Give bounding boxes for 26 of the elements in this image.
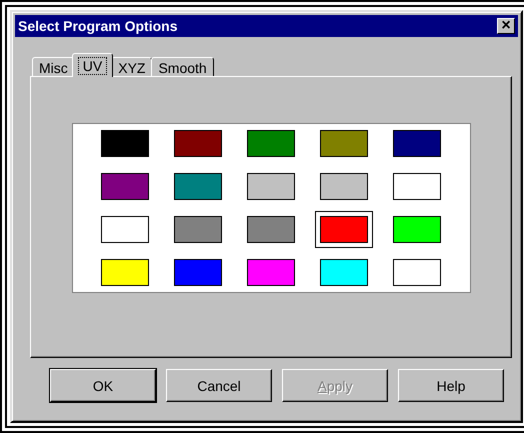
color-swatch[interactable] — [101, 130, 149, 157]
color-swatch[interactable] — [393, 173, 441, 200]
color-swatch[interactable] — [320, 130, 368, 157]
dialog-button[interactable]: Cancel — [166, 369, 272, 402]
color-swatch[interactable] — [101, 173, 149, 200]
color-swatch[interactable] — [247, 259, 295, 286]
color-swatch[interactable] — [101, 259, 149, 286]
color-swatch[interactable] — [174, 216, 222, 243]
tab[interactable]: UV — [72, 53, 114, 77]
dialog-button[interactable]: Help — [398, 369, 504, 402]
color-swatch[interactable] — [393, 130, 441, 157]
tab[interactable]: Smooth — [151, 57, 214, 77]
color-swatch[interactable] — [393, 216, 441, 243]
color-swatch[interactable] — [174, 259, 222, 286]
color-swatch[interactable] — [320, 259, 368, 286]
window-title: Select Program Options — [18, 18, 178, 34]
color-swatch[interactable] — [247, 216, 295, 243]
close-button[interactable]: × — [497, 18, 515, 34]
color-swatch[interactable] — [247, 173, 295, 200]
color-swatch[interactable] — [174, 173, 222, 200]
color-swatch[interactable] — [101, 216, 149, 243]
color-swatch[interactable] — [247, 130, 295, 157]
color-swatch[interactable] — [393, 259, 441, 286]
color-swatch[interactable] — [174, 130, 222, 157]
color-swatch[interactable] — [320, 173, 368, 200]
dialog-button[interactable]: OK — [50, 369, 156, 402]
